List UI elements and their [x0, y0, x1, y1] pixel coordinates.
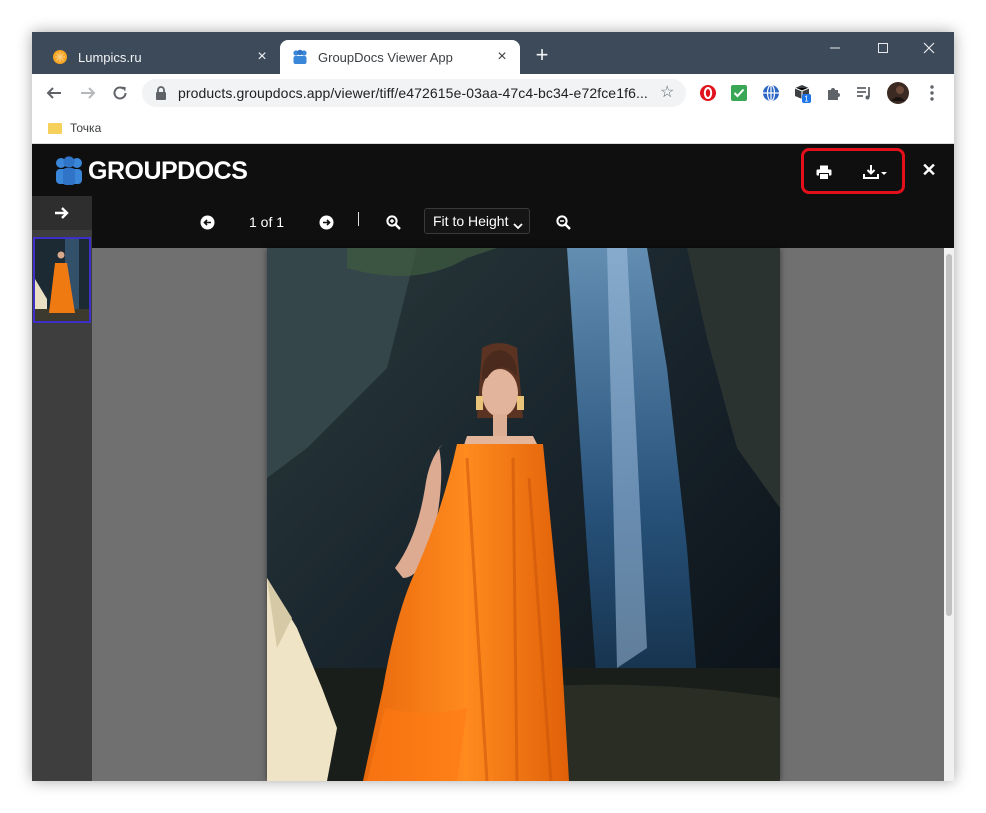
browser-toolbar: products.groupdocs.app/viewer/tiff/e4726… — [32, 74, 954, 112]
tab-strip: Lumpics.ru × GroupDocs Viewer App × + — [32, 32, 954, 74]
avatar[interactable] — [886, 81, 910, 105]
folder-icon — [48, 122, 62, 134]
extension-badge: 1 — [804, 95, 809, 104]
print-icon[interactable] — [815, 163, 833, 181]
globe-extension-icon[interactable] — [761, 83, 781, 103]
thumbnail-sidebar — [32, 230, 92, 781]
kebab-menu-icon[interactable] — [922, 83, 942, 103]
orange-circle-icon — [52, 49, 68, 65]
url-text: products.groupdocs.app/viewer/tiff/e4726… — [178, 85, 648, 101]
groupdocs-viewer: GROUPDOCS ✕ 1 of 1 Fit to Height — [32, 144, 954, 781]
opera-vpn-icon[interactable] — [698, 83, 718, 103]
app-header: GROUPDOCS ✕ — [32, 144, 954, 196]
prev-page-icon[interactable] — [199, 213, 215, 231]
close-icon[interactable]: × — [254, 49, 270, 65]
tab-title: GroupDocs Viewer App — [318, 49, 453, 65]
window-close-icon[interactable] — [914, 38, 944, 58]
document-page — [267, 248, 780, 781]
page-counter: 1 of 1 — [249, 214, 285, 230]
viewer-toolbar: 1 of 1 Fit to Height — [92, 196, 954, 248]
tab-groupdocs[interactable]: GroupDocs Viewer App × — [280, 40, 520, 74]
logo-text: GROUPDOCS — [88, 156, 248, 185]
arrow-right-icon — [55, 207, 69, 219]
browser-window: Lumpics.ru × GroupDocs Viewer App × + pr… — [32, 32, 954, 781]
lock-icon — [154, 86, 168, 100]
address-bar[interactable]: products.groupdocs.app/viewer/tiff/e4726… — [142, 79, 686, 107]
zoom-select[interactable]: Fit to Height — [424, 208, 530, 234]
bookmark-star-icon[interactable]: ☆ — [660, 85, 676, 101]
minimize-icon[interactable] — [820, 38, 850, 58]
zoom-out-icon[interactable] — [555, 213, 571, 231]
bookmark-label: Точка — [70, 121, 102, 135]
chevron-down-icon — [513, 217, 523, 233]
vertical-scrollbar[interactable] — [944, 248, 954, 781]
close-icon[interactable]: × — [494, 49, 510, 65]
reload-icon[interactable] — [108, 81, 132, 105]
tab-lumpics[interactable]: Lumpics.ru × — [40, 40, 280, 74]
maximize-icon[interactable] — [868, 38, 898, 58]
bookmarks-bar: Точка — [32, 112, 954, 144]
toolbar-divider — [358, 212, 359, 226]
forward-icon[interactable] — [76, 81, 100, 105]
sidebar-toggle-button[interactable] — [32, 196, 92, 230]
photo-woman-orange-dress — [267, 248, 780, 781]
new-tab-button[interactable]: + — [530, 44, 554, 68]
puzzle-icon[interactable] — [824, 83, 844, 103]
download-menu-icon[interactable] — [862, 163, 890, 181]
highlighted-actions — [801, 148, 905, 194]
media-control-icon[interactable] — [854, 83, 874, 103]
checkmark-extension-icon[interactable] — [729, 83, 749, 103]
zoom-in-icon[interactable] — [385, 213, 401, 231]
groupdocs-logo[interactable]: GROUPDOCS — [54, 156, 248, 186]
package-extension-icon[interactable]: 1 — [792, 83, 812, 103]
close-viewer-icon[interactable]: ✕ — [921, 161, 937, 179]
page-thumbnail[interactable] — [33, 237, 91, 323]
groupdocs-icon — [292, 49, 308, 65]
zoom-value: Fit to Height — [433, 213, 509, 229]
bookmark-folder[interactable]: Точка — [48, 118, 101, 138]
scrollbar-thumb[interactable] — [946, 254, 952, 616]
next-page-icon[interactable] — [318, 213, 334, 231]
groupdocs-logo-icon — [56, 156, 82, 185]
tab-title: Lumpics.ru — [78, 49, 142, 65]
document-area — [92, 248, 944, 781]
back-icon[interactable] — [42, 81, 66, 105]
